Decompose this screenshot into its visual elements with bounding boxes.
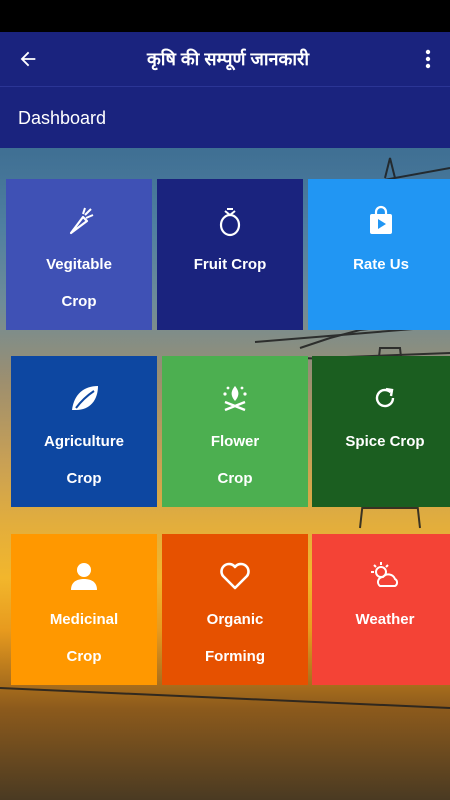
arrow-back-icon: [20, 51, 36, 67]
tile-spice-crop-label-1: Spice Crop: [345, 433, 425, 450]
tile-agriculture-crop-label-2: Crop: [66, 470, 102, 487]
tile-weather[interactable]: Weather: [312, 534, 450, 685]
flower-icon: [219, 380, 251, 416]
dashboard-label: Dashboard: [18, 107, 107, 128]
tile-vegetable-crop-label-1: Vegitable: [46, 256, 112, 273]
person-icon: [68, 558, 100, 594]
dashboard-header: Dashboard: [0, 86, 450, 149]
overflow-menu-button[interactable]: [406, 32, 450, 86]
tile-fruit-crop[interactable]: Fruit Crop: [157, 179, 303, 330]
tile-vegetable-crop-label-2: Crop: [61, 293, 97, 310]
play-store-icon: [365, 203, 397, 239]
heart-icon: [219, 558, 251, 594]
app-bar: कृषि की सम्पूर्ण जानकारी: [0, 32, 450, 86]
tile-rate-us[interactable]: Rate Us: [308, 179, 450, 330]
more-vert-icon: [425, 49, 431, 69]
app-title: कृषि की सम्पूर्ण जानकारी: [146, 49, 310, 69]
back-button[interactable]: [0, 32, 56, 86]
tile-agriculture-crop-label-1: Agriculture: [43, 433, 124, 450]
tile-agriculture-crop[interactable]: Agriculture Crop: [11, 356, 157, 507]
tile-weather-label-1: Weather: [355, 611, 415, 628]
tile-vegetable-crop[interactable]: Vegitable Crop: [6, 179, 152, 330]
tile-flower-crop-label-1: Flower: [210, 433, 260, 450]
tile-flower-crop-label-2: Crop: [217, 470, 253, 487]
carrot-icon: [63, 203, 95, 239]
tile-fruit-crop-label-1: Fruit Crop: [193, 256, 267, 273]
tile-medicinal-crop-label-1: Medicinal: [49, 611, 119, 628]
fruit-icon: [215, 203, 245, 239]
tile-medicinal-crop[interactable]: Medicinal Crop: [11, 534, 157, 685]
leaf-icon: [68, 380, 100, 416]
tile-rate-us-label-1: Rate Us: [353, 256, 409, 273]
tile-medicinal-crop-label-2: Crop: [66, 648, 102, 665]
weather-icon: [369, 558, 401, 594]
tile-organic-forming[interactable]: Organic Forming: [162, 534, 308, 685]
tile-spice-crop[interactable]: Spice Crop: [312, 356, 450, 507]
tile-organic-forming-label-1: Organic: [206, 611, 264, 628]
tile-flower-crop[interactable]: Flower Crop: [162, 356, 308, 507]
status-bar: [0, 0, 450, 32]
refresh-icon: [371, 380, 399, 416]
tile-organic-forming-label-2: Forming: [205, 648, 265, 665]
